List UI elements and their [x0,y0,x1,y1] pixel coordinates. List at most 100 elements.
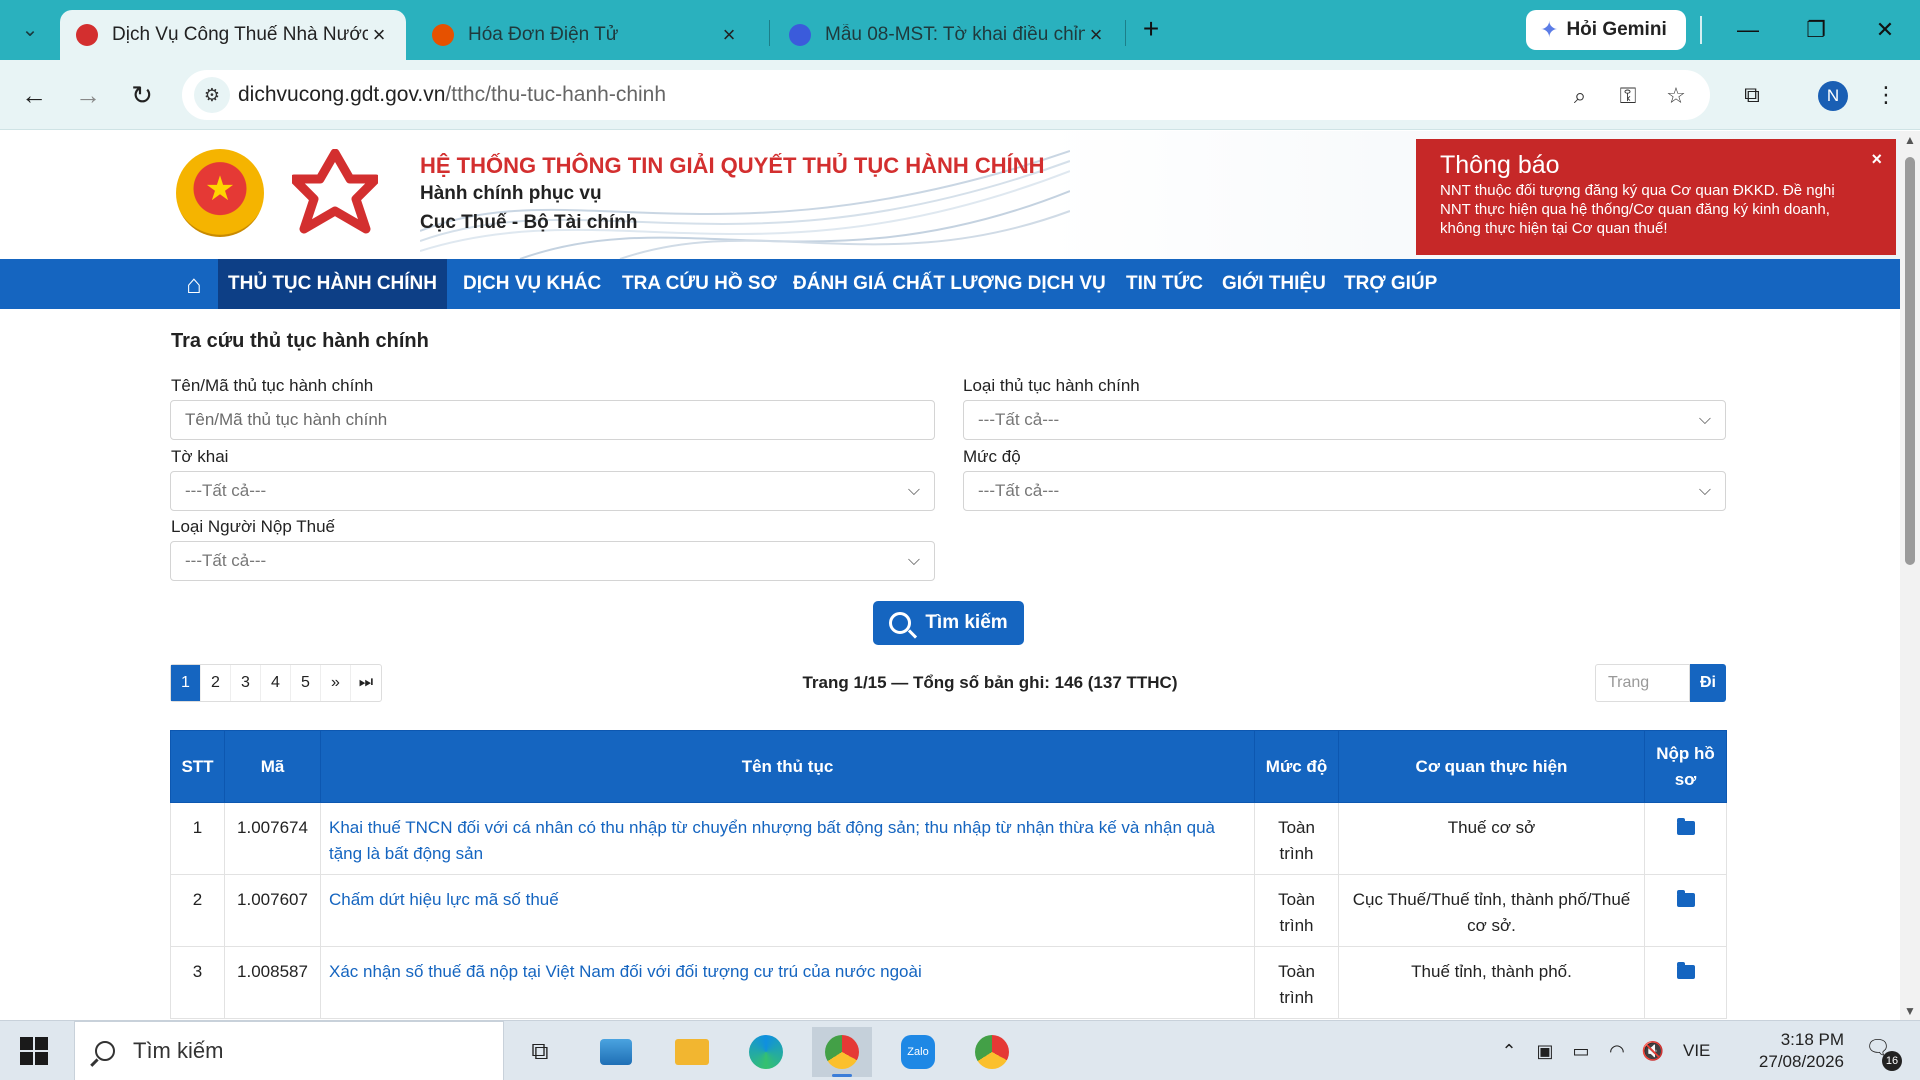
chrome-profile-n-icon[interactable] [812,1027,872,1077]
minimize-icon[interactable]: — [1725,10,1771,50]
col-header-code: Mã [224,730,321,803]
procedure-link[interactable]: Xác nhận số thuế đã nộp tại Việt Nam đối… [320,946,1255,1019]
nav-tin-tuc[interactable]: TIN TỨC [1116,259,1213,309]
national-emblem-logo: ★ [176,149,264,237]
table-row: 2 1.007607 Chấm dứt hiệu lực mã số thuế … [170,874,1727,947]
kebab-menu-icon[interactable]: ⋮ [1868,77,1904,113]
tab-close-icon[interactable]: × [718,22,740,48]
edge-browser-icon[interactable] [736,1027,796,1077]
tab-close-icon[interactable]: × [368,22,390,48]
government-emblem-favicon-icon [76,24,98,46]
page-scrollbar[interactable]: ▲ ▼ [1900,131,1920,1020]
shield-check-favicon-icon [789,24,811,46]
select-value: ---Tất cả--- [978,481,1060,500]
separator [1700,16,1702,44]
url-path: /tthc/thu-tuc-hanh-chinh [445,83,667,106]
government-emblem-favicon-icon [432,24,454,46]
row-stt: 2 [170,874,225,947]
windows-start-icon[interactable] [20,1037,48,1065]
scrollbar-thumb[interactable] [1905,157,1915,565]
name-label: Tên/Mã thủ tục hành chính [171,376,374,395]
nav-thu-tuc-hanh-chinh[interactable]: THỦ TỤC HÀNH CHÍNH [218,259,447,309]
search-icon [889,612,912,634]
home-icon[interactable]: ⌂ [178,269,210,299]
tab-title: Hóa Đơn Điện Tử [468,24,619,45]
back-arrow-icon[interactable]: ← [16,77,52,113]
nav-tro-giup[interactable]: TRỢ GIÚP [1334,259,1447,309]
file-explorer-icon[interactable] [662,1027,722,1077]
url-text[interactable]: dichvucong.gdt.gov.vn/tthc/thu-tuc-hanh-… [238,83,666,107]
level-select[interactable]: ---Tất cả--- ⌵ [963,471,1726,511]
nav-dich-vu-khac[interactable]: DỊCH VỤ KHÁC [453,259,611,309]
folder-open-icon[interactable] [1676,818,1695,835]
scroll-down-icon[interactable]: ▼ [1904,1004,1916,1018]
procedure-name-input[interactable] [170,400,935,440]
search-button[interactable]: Tìm kiếm [873,601,1024,645]
browser-toolbar: ← → ↻ ⚙ dichvucong.gdt.gov.vn/tthc/thu-t… [0,60,1920,130]
goto-page-button[interactable]: Đi [1690,664,1726,702]
row-code: 1.007674 [224,802,321,875]
desktop-app-icon[interactable] [586,1027,646,1077]
address-bar[interactable]: ⚙ dichvucong.gdt.gov.vn/tthc/thu-tuc-han… [182,70,1710,120]
zoom-magnifier-icon[interactable]: ⌕ [1566,82,1594,110]
nav-gioi-thieu[interactable]: GIỚI THIỆU [1212,259,1336,309]
close-window-icon[interactable]: ✕ [1862,10,1908,50]
tax-department-logo [292,149,378,234]
forward-arrow-icon[interactable]: → [70,77,106,113]
folder-open-icon[interactable] [1676,890,1695,907]
procedure-link[interactable]: Khai thuế TNCN đối với cá nhân có thu nh… [320,802,1255,875]
procedure-type-select[interactable]: ---Tất cả--- ⌵ [963,400,1726,440]
reload-icon[interactable]: ↻ [124,77,160,113]
ask-gemini-button[interactable]: ✦ Hỏi Gemini [1526,10,1686,50]
declaration-form-select[interactable]: ---Tất cả--- ⌵ [170,471,935,511]
row-code: 1.007607 [224,874,321,947]
tray-chevron-up-icon[interactable]: ⌃ [1496,1039,1522,1063]
notice-close-icon[interactable]: × [1871,149,1882,170]
main-navigation: ⌂ THỦ TỤC HÀNH CHÍNH DỊCH VỤ KHÁC TRA CỨ… [0,259,1900,309]
clock-date: 27/08/2026 [1758,1052,1844,1071]
bookmark-star-icon[interactable]: ☆ [1662,82,1690,110]
select-value: ---Tất cả--- [185,481,267,500]
notification-center-icon[interactable]: 🗨 16 [1862,1035,1902,1071]
submit-dossier-cell [1644,874,1727,947]
taskbar-search-box[interactable]: Tìm kiếm [74,1021,504,1080]
goto-page-input[interactable] [1595,664,1690,702]
tab-close-icon[interactable]: × [1085,22,1107,48]
taskbar-clock[interactable]: 3:18 PM 27/08/2026 [1734,1029,1844,1073]
scroll-up-icon[interactable]: ▲ [1904,133,1916,147]
restore-window-icon[interactable]: ❐ [1793,10,1839,50]
new-tab-plus-icon[interactable]: + [1135,14,1167,46]
password-key-icon[interactable]: ⚿ [1614,82,1642,110]
task-view-icon[interactable]: ⧉ [510,1027,570,1077]
nav-danh-gia-chat-luong[interactable]: ĐÁNH GIÁ CHẤT LƯỢNG DỊCH VỤ [783,259,1116,309]
nav-tra-cuu-ho-so[interactable]: TRA CỨU HỒ SƠ [612,259,787,309]
browser-tab-mau-08-mst[interactable]: Mẫu 08-MST: Tờ khai điều chỉnh × [773,10,1123,60]
chevron-down-icon: ⌵ [1698,482,1711,499]
procedure-link[interactable]: Chấm dứt hiệu lực mã số thuế [320,874,1255,947]
agency-name: Cục Thuế - Bộ Tài chính [420,212,638,233]
tray-app-icon[interactable]: ▣ [1532,1039,1558,1063]
row-agency: Thuế cơ sở [1338,802,1645,875]
input-language[interactable]: VIE [1683,1041,1710,1061]
chrome-profile-dn-icon[interactable] [962,1027,1022,1077]
site-settings-icon[interactable]: ⚙ [194,77,230,113]
search-icon [95,1041,115,1061]
profile-avatar[interactable]: N [1818,81,1848,111]
extensions-puzzle-icon[interactable]: ⧉ [1734,77,1770,113]
volume-muted-icon[interactable]: 🔇 [1640,1039,1666,1063]
clock-time: 3:18 PM [1780,1030,1844,1049]
row-level: Toàn trình [1254,874,1339,947]
wifi-icon[interactable]: ◠ [1604,1039,1630,1063]
row-level: Toàn trình [1254,802,1339,875]
folder-open-icon[interactable] [1676,962,1695,979]
chevron-down-icon: ⌵ [1698,411,1711,428]
tab-separator [1125,20,1126,46]
section-title: Tra cứu thủ tục hành chính [171,330,429,352]
zalo-app-icon[interactable]: Zalo [888,1027,948,1077]
browser-tab-hoa-don[interactable]: Hóa Đơn Điện Tử × [416,10,756,60]
tab-search-chevron-icon[interactable]: ⌄ [14,14,46,46]
browser-tab-dich-vu-cong[interactable]: Dịch Vụ Công Thuế Nhà Nước × [60,10,406,60]
table-row: 1 1.007674 Khai thuế TNCN đối với cá nhâ… [170,802,1727,875]
taxpayer-type-select[interactable]: ---Tất cả--- ⌵ [170,541,935,581]
battery-icon[interactable]: ▭ [1568,1039,1594,1063]
